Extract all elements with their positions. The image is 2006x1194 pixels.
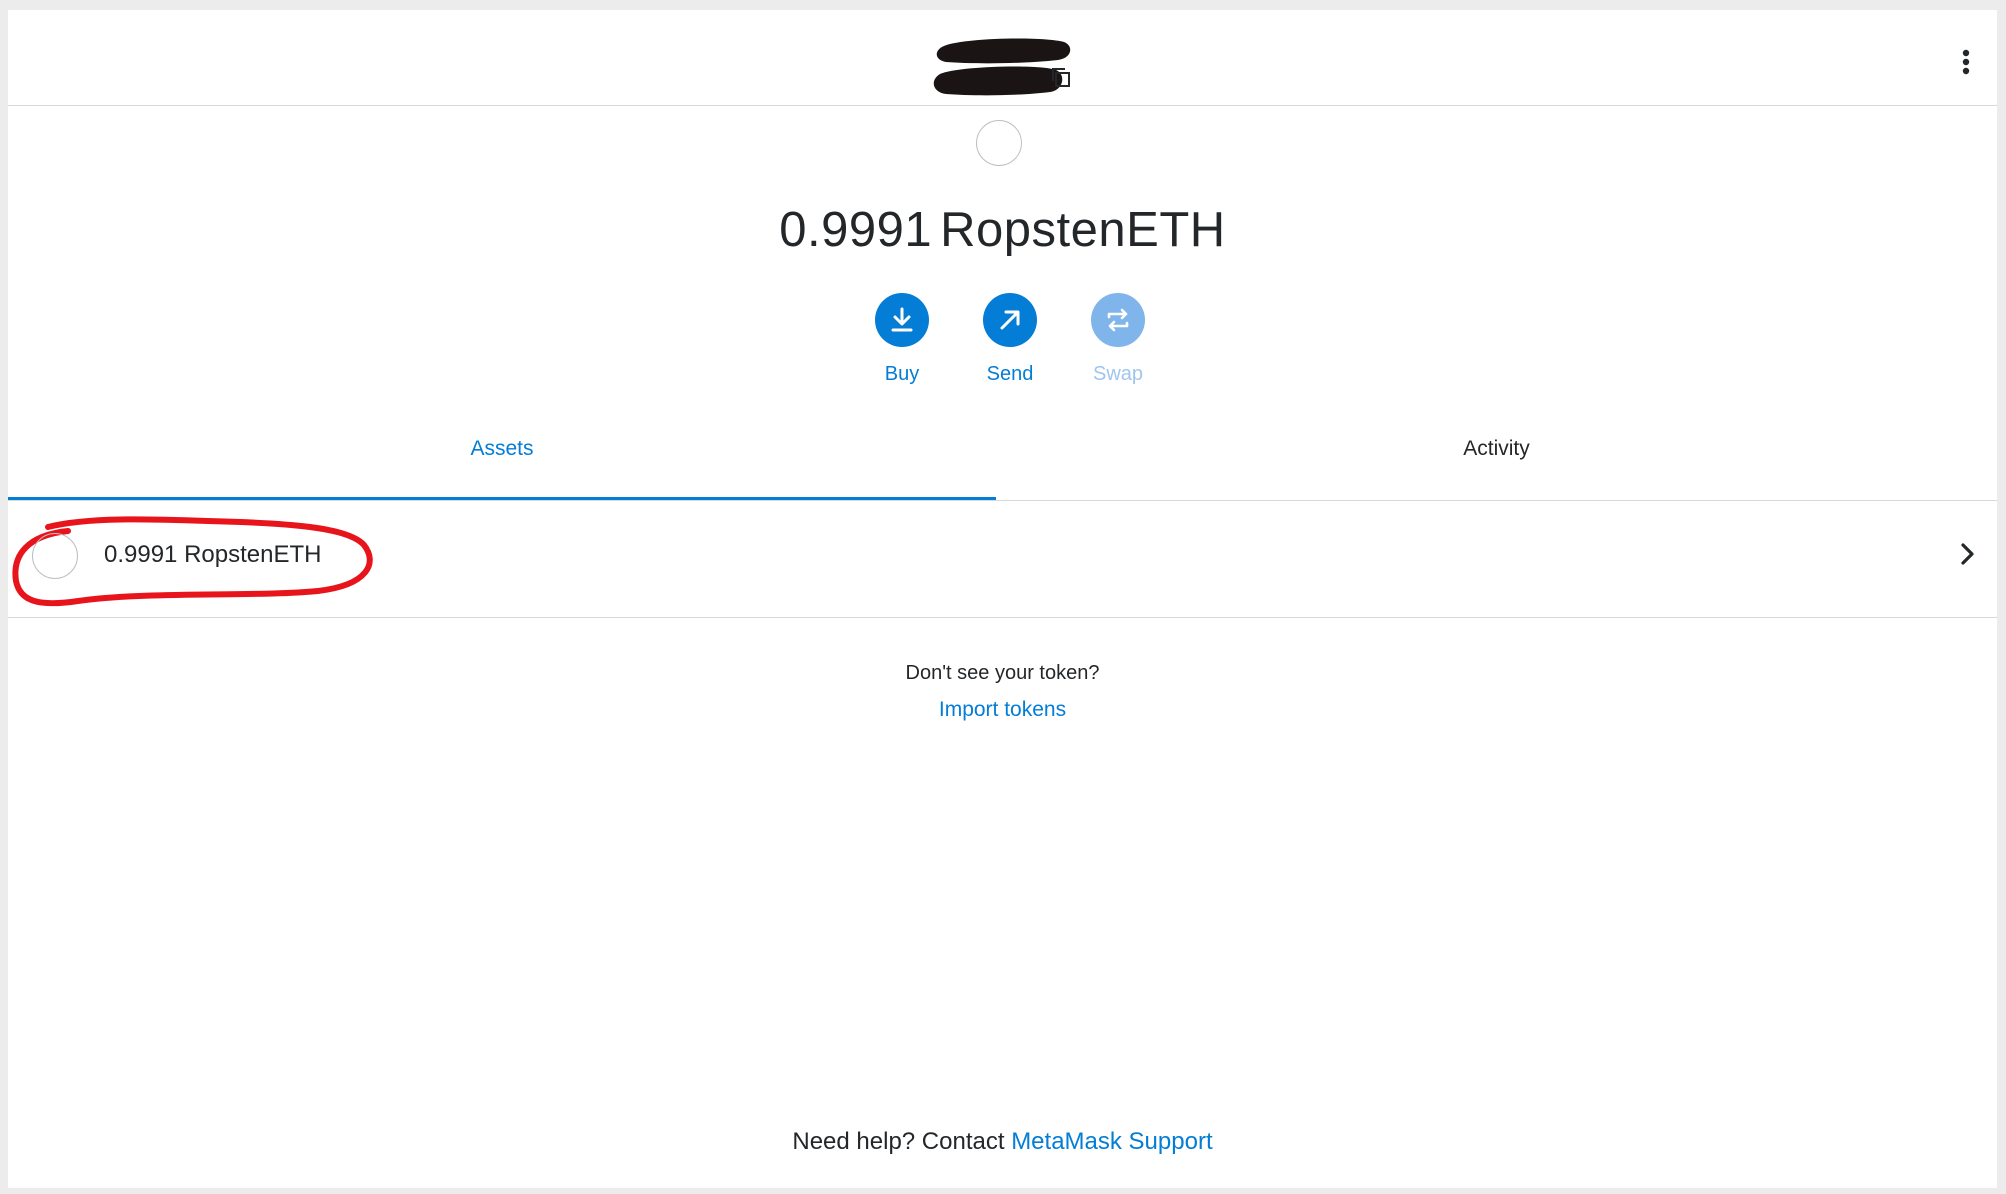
balance-display: 0.9991 RopstenETH [8,202,1997,258]
tab-activity[interactable]: Activity [996,430,1997,500]
copy-icon[interactable] [1050,66,1072,88]
send-circle[interactable] [983,293,1037,347]
asset-balance: 0.9991 RopstenETH [104,541,322,568]
tab-assets[interactable]: Assets [8,430,996,500]
buy-button[interactable]: Buy [852,293,952,386]
wallet-frame: 0.9991 RopstenETH Buy Send Swap Assets A… [8,10,1997,1188]
metamask-support-link[interactable]: MetaMask Support [1011,1128,1212,1155]
tab-bar: Assets Activity [8,430,1997,501]
token-question: Don't see your token? [905,662,1100,684]
redacted-account-name [933,38,1071,96]
footer-help: Need help? Contact MetaMask Support [8,1128,1997,1156]
vertical-dots-icon[interactable] [1956,46,1976,78]
balance-currency: RopstenETH [940,203,1226,257]
arrow-up-right-icon [1000,310,1020,330]
asset-avatar [32,533,78,579]
header [8,10,1997,106]
swap-label: Swap [1092,363,1144,385]
buy-label: Buy [884,363,920,385]
footer-text: Need help? Contact [792,1128,1012,1155]
token-avatar [976,120,1022,166]
buy-circle[interactable] [875,293,929,347]
download-icon [891,307,913,332]
chevron-right-icon[interactable] [1958,540,1978,568]
swap-icon [1107,308,1129,332]
swap-circle[interactable] [1091,293,1145,347]
send-label: Send [986,363,1034,385]
balance-amount: 0.9991 [779,203,933,257]
swap-button[interactable]: Swap [1068,293,1168,386]
send-button[interactable]: Send [960,293,1060,386]
import-tokens-link[interactable]: Import tokens [8,698,1997,722]
asset-row[interactable]: 0.9991 RopstenETH [8,501,1997,618]
